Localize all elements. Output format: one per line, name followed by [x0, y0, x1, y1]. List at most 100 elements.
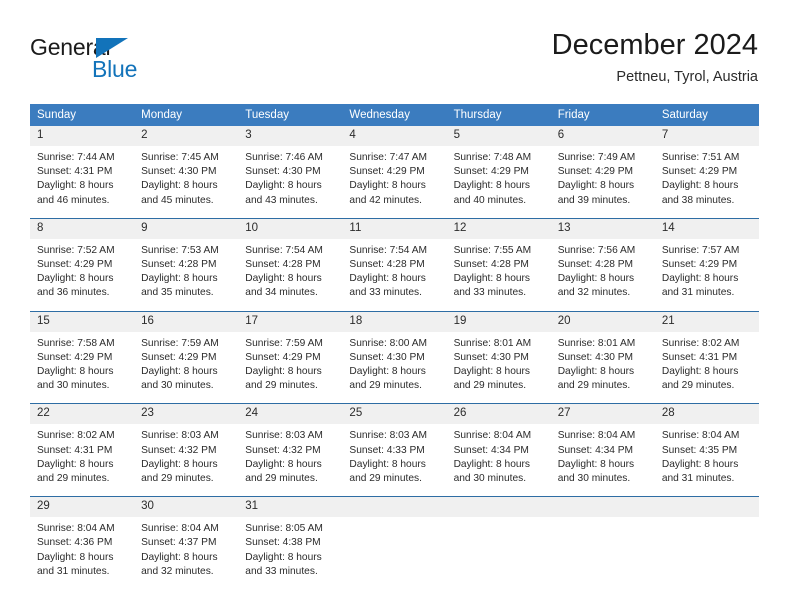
calendar-day-cell[interactable]: 16 Sunrise: 7:59 AM Sunset: 4:29 PM Dayligh… [134, 310, 239, 404]
day-daylight-line2-text: and 34 minutes. [245, 287, 318, 299]
calendar-day-cell[interactable]: 29 Sunrise: 8:04 AM Sunset: 4:36 PM Dayligh… [30, 496, 135, 590]
weekday-header-saturday: Saturday [654, 104, 759, 126]
calendar-day-cell[interactable]: 6 Sunrise: 7:49 AM Sunset: 4:29 PM Daylight… [550, 126, 655, 219]
day-daylight-line1-text: Daylight: 8 hours [245, 180, 322, 192]
day-number: 26 [446, 404, 551, 425]
calendar-day-cell[interactable]: 8 Sunrise: 7:52 AM Sunset: 4:29 PM Daylight… [30, 217, 135, 312]
day-daylight-line1-text: Daylight: 8 hours [453, 458, 531, 470]
day-details: Sunrise: 8:04 AM Sunset: 4:37 PM Daylight:… [134, 517, 238, 589]
calendar-day-cell[interactable]: 14 Sunrise: 7:57 AM Sunset: 4:29 PM Dayligh… [654, 217, 759, 312]
calendar-day-cell[interactable]: 24 Sunrise: 8:03 AM Sunset: 4:32 PM Dayligh… [238, 403, 343, 497]
day-number: 25 [342, 404, 447, 425]
day-details: Sunrise: 8:05 AM Sunset: 4:38 PM Daylight:… [238, 517, 342, 589]
calendar-week-row: 29 Sunrise: 8:04 AM Sunset: 4:36 PM Dayligh… [30, 496, 759, 590]
calendar-day-cell[interactable]: 26 Sunrise: 8:04 AM Sunset: 4:34 PM Dayligh… [446, 403, 551, 497]
logo-triangle-icon [96, 38, 128, 58]
calendar-day-cell[interactable]: 7 Sunrise: 7:51 AM Sunset: 4:29 PM Daylight… [654, 126, 759, 219]
weekday-header-friday: Friday [550, 104, 655, 126]
day-sunset-text: Sunset: 4:30 PM [141, 166, 217, 178]
day-sunset-text: Sunset: 4:28 PM [349, 259, 425, 271]
calendar-day-cell[interactable]: 19 Sunrise: 8:01 AM Sunset: 4:30 PM Dayligh… [446, 310, 551, 404]
day-sunrise-text: Sunrise: 8:00 AM [349, 337, 428, 349]
day-daylight-line2-text: and 32 minutes. [141, 565, 214, 577]
day-sunset-text: Sunset: 4:31 PM [37, 444, 113, 456]
day-number: 6 [550, 126, 655, 146]
calendar-day-cell[interactable]: 23 Sunrise: 8:03 AM Sunset: 4:32 PM Dayligh… [134, 403, 239, 497]
calendar-day-cell[interactable]: 15 Sunrise: 7:58 AM Sunset: 4:29 PM Dayligh… [30, 310, 135, 404]
day-daylight-line2-text: and 32 minutes. [557, 287, 631, 299]
day-daylight-line1-text: Daylight: 8 hours [245, 458, 322, 470]
calendar-day-cell[interactable]: 25 Sunrise: 8:03 AM Sunset: 4:33 PM Dayligh… [342, 403, 447, 497]
day-daylight-line1-text: Daylight: 8 hours [141, 273, 218, 285]
calendar-day-cell[interactable]: 30 Sunrise: 8:04 AM Sunset: 4:37 PM Dayligh… [134, 496, 239, 590]
calendar-day-cell[interactable] [342, 496, 447, 590]
day-number: 19 [446, 311, 551, 332]
calendar-day-cell[interactable]: 20 Sunrise: 8:01 AM Sunset: 4:30 PM Dayligh… [550, 310, 655, 404]
day-sunrise-text: Sunrise: 7:46 AM [245, 152, 323, 163]
calendar-day-cell[interactable]: 31 Sunrise: 8:05 AM Sunset: 4:38 PM Dayligh… [238, 496, 343, 590]
day-number [654, 497, 759, 518]
day-details: Sunrise: 7:58 AM Sunset: 4:29 PM Daylight:… [30, 332, 134, 404]
day-daylight-line1-text: Daylight: 8 hours [245, 366, 322, 378]
calendar-day-cell[interactable]: 22 Sunrise: 8:02 AM Sunset: 4:31 PM Dayligh… [30, 403, 135, 497]
calendar-day-cell[interactable] [550, 496, 655, 590]
day-number: 30 [134, 497, 239, 518]
day-daylight-line1-text: Daylight: 8 hours [349, 366, 426, 378]
calendar-day-cell[interactable]: 3 Sunrise: 7:46 AM Sunset: 4:30 PM Daylight… [238, 126, 343, 219]
day-sunrise-text: Sunrise: 7:48 AM [453, 152, 532, 163]
page-title: December 2024 [551, 29, 758, 61]
day-sunrise-text: Sunrise: 8:02 AM [37, 430, 115, 442]
calendar-day-cell[interactable]: 13 Sunrise: 7:56 AM Sunset: 4:28 PM Dayligh… [550, 217, 655, 312]
calendar-day-cell[interactable]: 12 Sunrise: 7:55 AM Sunset: 4:28 PM Dayligh… [446, 217, 551, 312]
day-daylight-line1-text: Daylight: 8 hours [557, 366, 635, 378]
calendar-table: Sunday Monday Tuesday Wednesday Thursday… [30, 104, 759, 590]
day-number: 1 [30, 126, 135, 146]
weekday-header-wednesday: Wednesday [342, 104, 447, 126]
calendar-body: 1 Sunrise: 7:44 AM Sunset: 4:31 PM Daylight… [30, 126, 759, 590]
day-sunset-text: Sunset: 4:30 PM [453, 351, 529, 363]
day-daylight-line1-text: Daylight: 8 hours [661, 180, 739, 192]
day-sunrise-text: Sunrise: 8:02 AM [661, 337, 740, 349]
calendar-day-cell[interactable]: 9 Sunrise: 7:53 AM Sunset: 4:28 PM Daylight… [134, 217, 239, 312]
day-daylight-line2-text: and 29 minutes. [349, 473, 422, 485]
logo-top-row: General [30, 36, 260, 62]
calendar-day-cell[interactable]: 18 Sunrise: 8:00 AM Sunset: 4:30 PM Dayligh… [342, 310, 447, 404]
calendar-day-cell[interactable]: 27 Sunrise: 8:04 AM Sunset: 4:34 PM Dayligh… [550, 403, 655, 497]
day-details: Sunrise: 8:04 AM Sunset: 4:35 PM Daylight:… [655, 424, 759, 496]
day-sunset-text: Sunset: 4:38 PM [245, 537, 321, 549]
calendar-day-cell[interactable]: 5 Sunrise: 7:48 AM Sunset: 4:29 PM Daylight… [446, 126, 551, 219]
day-details: Sunrise: 7:46 AM Sunset: 4:30 PM Daylight:… [238, 146, 342, 218]
day-sunrise-text: Sunrise: 7:57 AM [661, 244, 740, 256]
day-daylight-line1-text: Daylight: 8 hours [557, 273, 635, 285]
day-daylight-line2-text: and 39 minutes. [557, 194, 631, 206]
calendar-day-cell[interactable]: 17 Sunrise: 7:59 AM Sunset: 4:29 PM Dayligh… [238, 310, 343, 404]
day-sunset-text: Sunset: 4:29 PM [141, 351, 217, 363]
calendar-day-cell[interactable]: 4 Sunrise: 7:47 AM Sunset: 4:29 PM Daylight… [342, 126, 447, 219]
calendar-day-cell[interactable] [446, 496, 551, 590]
day-sunset-text: Sunset: 4:30 PM [557, 351, 634, 363]
day-details: Sunrise: 7:44 AM Sunset: 4:31 PM Daylight:… [30, 146, 134, 218]
general-blue-logo[interactable]: General Blue [30, 36, 260, 90]
calendar-header-row: Sunday Monday Tuesday Wednesday Thursday… [30, 104, 759, 126]
day-daylight-line2-text: and 30 minutes. [141, 380, 214, 392]
calendar-day-cell[interactable]: 28 Sunrise: 8:04 AM Sunset: 4:35 PM Dayligh… [654, 403, 759, 497]
day-daylight-line1-text: Daylight: 8 hours [37, 551, 114, 563]
day-sunset-text: Sunset: 4:34 PM [453, 444, 529, 456]
day-details: Sunrise: 7:48 AM Sunset: 4:29 PM Daylight:… [447, 146, 551, 218]
day-daylight-line2-text: and 31 minutes. [661, 473, 735, 485]
day-daylight-line2-text: and 43 minutes. [245, 194, 318, 206]
day-daylight-line1-text: Daylight: 8 hours [349, 458, 426, 470]
calendar-day-cell[interactable]: 11 Sunrise: 7:54 AM Sunset: 4:28 PM Dayligh… [342, 217, 447, 312]
day-details [655, 517, 759, 574]
day-sunrise-text: Sunrise: 8:01 AM [557, 337, 636, 349]
calendar-day-cell[interactable]: 10 Sunrise: 7:54 AM Sunset: 4:28 PM Dayligh… [238, 217, 343, 312]
page-subtitle: Pettneu, Tyrol, Austria [616, 69, 758, 85]
calendar-day-cell[interactable]: 21 Sunrise: 8:02 AM Sunset: 4:31 PM Dayligh… [654, 310, 759, 404]
weekday-header-thursday: Thursday [446, 104, 551, 126]
day-details: Sunrise: 7:47 AM Sunset: 4:29 PM Daylight:… [342, 146, 446, 218]
calendar-day-cell[interactable]: 1 Sunrise: 7:44 AM Sunset: 4:31 PM Daylight… [30, 126, 135, 219]
day-sunrise-text: Sunrise: 7:56 AM [557, 244, 636, 256]
day-details [551, 517, 655, 574]
calendar-day-cell[interactable] [654, 496, 759, 590]
calendar-day-cell[interactable]: 2 Sunrise: 7:45 AM Sunset: 4:30 PM Daylight… [134, 126, 239, 219]
